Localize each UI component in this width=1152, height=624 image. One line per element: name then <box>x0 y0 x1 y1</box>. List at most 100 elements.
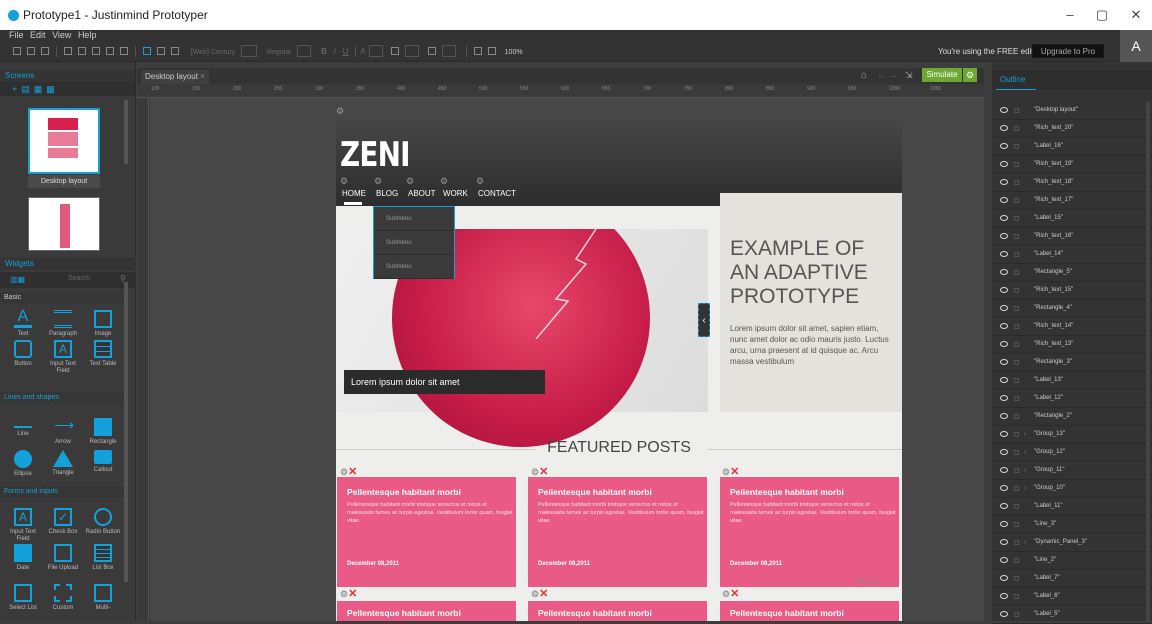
outline-item[interactable]: › "Group_13" <box>992 426 1152 444</box>
nav-blog[interactable]: BLOG <box>376 189 398 199</box>
line-color-icon[interactable] <box>391 47 400 56</box>
outline-item[interactable]: "Label_5" <box>992 606 1152 624</box>
lock-icon[interactable] <box>1014 468 1019 473</box>
visibility-eye-icon[interactable] <box>1000 323 1008 329</box>
visibility-eye-icon[interactable] <box>1000 449 1008 455</box>
nav-work[interactable]: WORK <box>443 189 468 199</box>
font-weight-select[interactable]: Regular <box>267 49 292 56</box>
visibility-eye-icon[interactable] <box>1000 251 1008 257</box>
user-avatar[interactable]: A <box>1120 30 1152 62</box>
outline-item[interactable]: "Rectangle_5" <box>992 264 1152 282</box>
outline-item[interactable]: "Rich_text_14" <box>992 318 1152 336</box>
menu-view[interactable]: View <box>52 30 71 40</box>
close-button[interactable]: ✕ <box>1122 5 1150 25</box>
outline-item[interactable]: "Rich_text_16" <box>992 228 1152 246</box>
lock-icon[interactable] <box>1014 144 1019 149</box>
lock-icon[interactable] <box>1014 180 1019 185</box>
widget-file-upload[interactable]: File Upload <box>44 544 82 572</box>
widget-checkbox[interactable]: ✓ Check Box <box>44 508 82 536</box>
bold-icon[interactable]: B <box>321 47 327 56</box>
visibility-eye-icon[interactable] <box>1000 305 1008 311</box>
undo-icon[interactable] <box>106 47 114 56</box>
outline-item[interactable]: "Label_13" <box>992 372 1152 390</box>
expand-chevron-icon[interactable]: › <box>1024 534 1026 551</box>
widget-button[interactable]: Button <box>4 340 42 368</box>
zoom-level-select[interactable]: 100% <box>505 49 523 56</box>
select-tool-icon[interactable] <box>143 47 151 56</box>
cut-icon[interactable] <box>78 47 86 56</box>
visibility-eye-icon[interactable] <box>1000 269 1008 275</box>
expand-chevron-icon[interactable]: › <box>1024 444 1026 461</box>
widget-ellipse[interactable]: Ellipse <box>4 450 42 478</box>
nav-contact[interactable]: CONTACT <box>478 189 516 199</box>
add-screen-icon[interactable]: + <box>12 84 21 94</box>
widget-custom[interactable]: Custom <box>44 584 82 612</box>
basic-category[interactable]: Basic <box>0 292 128 304</box>
align-icon[interactable] <box>473 47 482 56</box>
card-delete-icon[interactable]: ⚙✕ <box>722 587 739 600</box>
outline-item[interactable]: "Rich_text_19" <box>992 156 1152 174</box>
nav-about[interactable]: ABOUT <box>408 189 436 199</box>
upgrade-button[interactable]: Upgrade to Pro now <box>1032 44 1104 70</box>
lock-icon[interactable] <box>1014 324 1019 329</box>
widget-image[interactable]: Image <box>84 310 122 338</box>
visibility-eye-icon[interactable] <box>1000 197 1008 203</box>
minimize-button[interactable]: – <box>1056 5 1084 25</box>
lock-icon[interactable] <box>1014 234 1019 239</box>
visibility-eye-icon[interactable] <box>1000 143 1008 149</box>
new-icon[interactable] <box>13 47 21 56</box>
outline-item[interactable]: "Rich_text_20" <box>992 120 1152 138</box>
outline-item[interactable]: "Rectangle_4" <box>992 300 1152 318</box>
font-size-select[interactable] <box>297 45 312 58</box>
visibility-eye-icon[interactable] <box>1000 287 1008 293</box>
lines-shapes-category[interactable]: Lines and shapes <box>0 392 128 404</box>
post-card[interactable]: Pellentesque habitant morbi <box>337 601 516 621</box>
redo-icon[interactable] <box>120 47 128 56</box>
lock-icon[interactable] <box>1014 432 1019 437</box>
screen-thumbnail-mobile[interactable] <box>28 197 100 251</box>
outline-item[interactable]: "Label_14" <box>992 246 1152 264</box>
distribute-icon[interactable] <box>487 47 496 56</box>
widgets-search-input[interactable]: Search <box>68 275 90 282</box>
visibility-eye-icon[interactable] <box>1000 125 1008 131</box>
outline-item[interactable]: "Rich_text_17" <box>992 192 1152 210</box>
outline-item[interactable]: "Label_11" <box>992 498 1152 516</box>
outline-item[interactable]: "Rectangle_3" <box>992 354 1152 372</box>
nav-home[interactable]: HOME <box>342 189 366 199</box>
screen-label[interactable]: Desktop layout <box>28 175 100 188</box>
visibility-eye-icon[interactable] <box>1000 557 1008 563</box>
visibility-eye-icon[interactable] <box>1000 503 1008 509</box>
font-family-select[interactable]: [Web] Century <box>191 49 236 56</box>
post-card[interactable]: Pellentesque habitant morbi <box>720 601 899 621</box>
screens-scrollbar[interactable] <box>124 100 128 164</box>
site-logo[interactable]: ZENI <box>340 135 411 175</box>
outline-item[interactable]: "Label_15" <box>992 210 1152 228</box>
widget-arrow[interactable]: ⟶ Arrow <box>44 418 82 446</box>
lock-icon[interactable] <box>1014 360 1019 365</box>
simulate-button[interactable]: Simulate <box>922 68 962 82</box>
fill-color-icon[interactable] <box>428 47 437 56</box>
nav-gear-icon[interactable]: ⚙ <box>374 176 382 187</box>
post-card[interactable]: Pellentesque habitant morbi Pellentesque… <box>720 477 899 587</box>
menu-help[interactable]: Help <box>78 30 97 40</box>
visibility-eye-icon[interactable] <box>1000 215 1008 221</box>
tab-outline[interactable]: Outline <box>996 70 1036 90</box>
open-icon[interactable] <box>27 47 35 56</box>
lock-icon[interactable] <box>1014 216 1019 221</box>
lock-icon[interactable] <box>1014 198 1019 203</box>
widget-multi[interactable]: Multi- <box>84 584 122 612</box>
lock-icon[interactable] <box>1014 270 1019 275</box>
visibility-eye-icon[interactable] <box>1000 593 1008 599</box>
widget-rectangle[interactable]: Rectangle <box>84 418 122 446</box>
widget-input-text[interactable]: A Input Text Field <box>44 340 82 375</box>
widget-date[interactable]: Date <box>4 544 42 572</box>
lock-icon[interactable] <box>1014 558 1019 563</box>
outline-item[interactable]: "Rich_text_13" <box>992 336 1152 354</box>
outline-item[interactable]: "Line_3" <box>992 516 1152 534</box>
post-card[interactable]: Pellentesque habitant morbi <box>528 601 707 621</box>
lock-icon[interactable] <box>1014 450 1019 455</box>
lock-icon[interactable] <box>1014 612 1019 617</box>
lock-icon[interactable] <box>1014 378 1019 383</box>
visibility-eye-icon[interactable] <box>1000 359 1008 365</box>
lock-icon[interactable] <box>1014 162 1019 167</box>
